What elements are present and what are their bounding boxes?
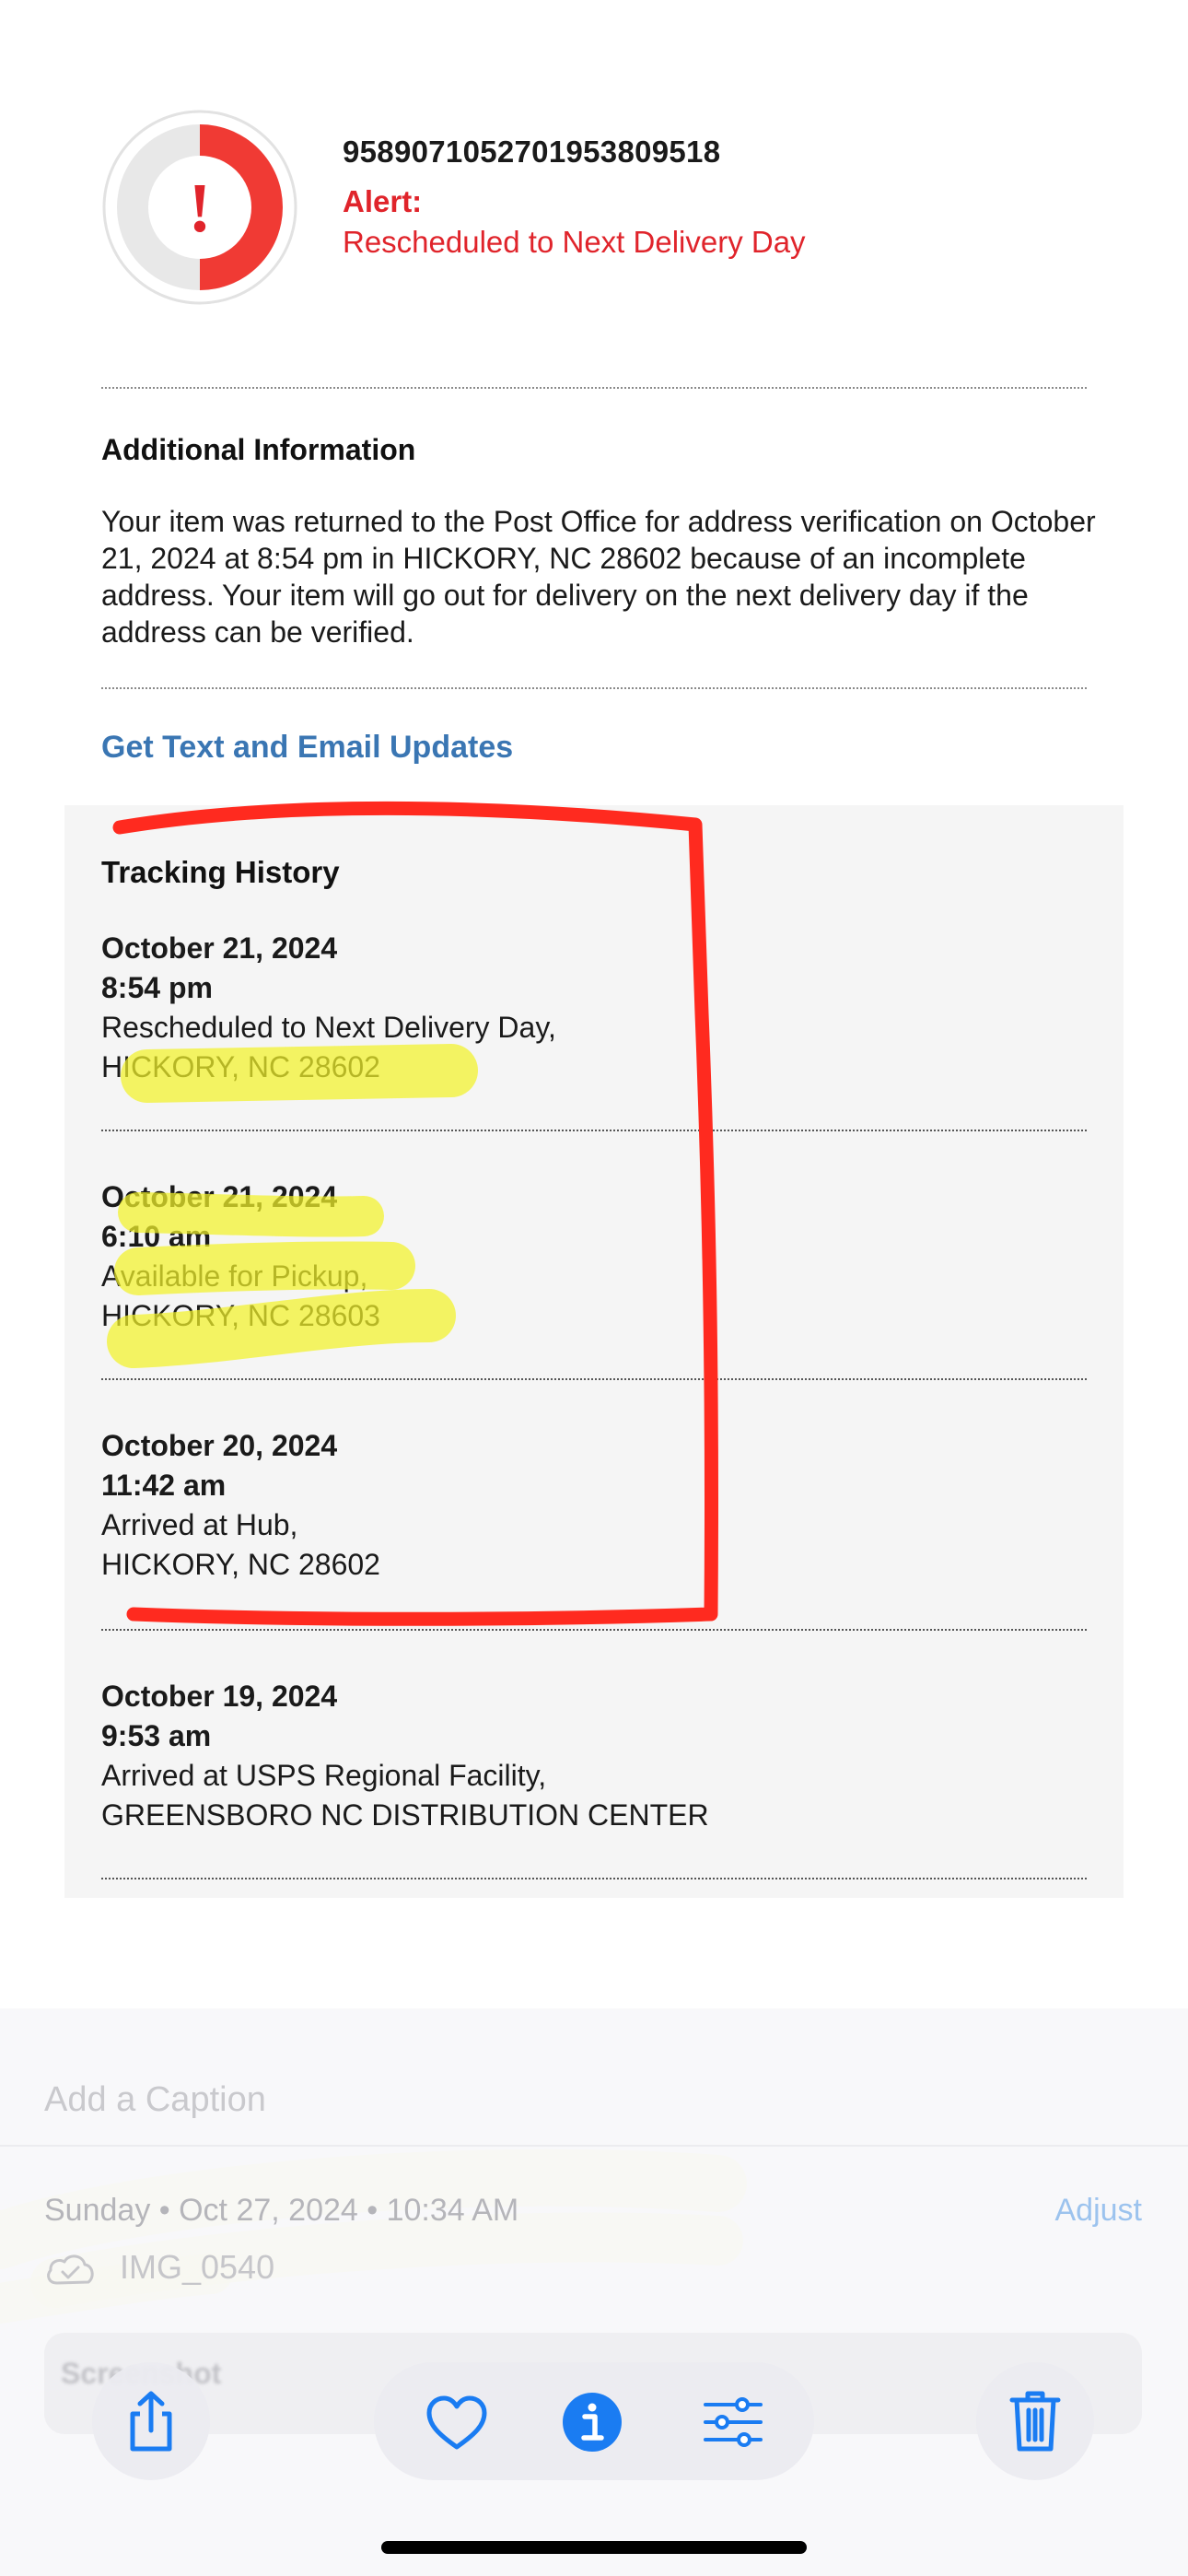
divider [101, 1378, 1087, 1380]
event-time: 11:42 am [101, 1469, 227, 1502]
event-status: Arrived at USPS Regional Facility, [101, 1759, 547, 1792]
photo-info-sheet: Add a Caption Sunday • Oct 27, 2024 • 10… [0, 2008, 1188, 2576]
photo-date: Sunday • Oct 27, 2024 • 10:34 AM [44, 2193, 519, 2228]
event-status: Available for Pickup, [101, 1259, 368, 1293]
photo-filename: IMG_0540 [120, 2248, 275, 2286]
event-status: Rescheduled to Next Delivery Day, [101, 1011, 556, 1044]
tracking-event: October 21, 2024 6:10 am Available for P… [101, 1177, 1087, 1336]
home-indicator [381, 2541, 807, 2554]
divider [101, 1130, 1087, 1131]
tracking-number: 9589071052701953809518 [343, 135, 721, 169]
tracking-history-title: Tracking History [101, 855, 340, 889]
event-location: GREENSBORO NC DISTRIBUTION CENTER [101, 1798, 709, 1832]
additional-info-text: Your item was returned to the Post Offic… [101, 505, 1096, 649]
event-date: October 19, 2024 [101, 1680, 338, 1713]
event-date: October 21, 2024 [101, 1180, 338, 1213]
caption-input[interactable]: Add a Caption [44, 2080, 266, 2120]
toolbar-center-group [374, 2362, 814, 2480]
alert-label: Alert: [343, 184, 423, 218]
share-button[interactable] [92, 2362, 210, 2480]
event-time: 6:10 am [101, 1220, 212, 1253]
divider [0, 2145, 1188, 2147]
share-icon [130, 2391, 172, 2452]
adjust-date-button[interactable]: Adjust [1055, 2193, 1143, 2229]
event-date: October 20, 2024 [101, 1429, 338, 1462]
sliders-icon[interactable] [702, 2395, 764, 2449]
tracking-history-panel: Tracking History October 21, 2024 8:54 p… [64, 805, 1124, 1898]
alert-status-text: Rescheduled to Next Delivery Day [343, 225, 806, 259]
alert-progress-icon: ! [102, 110, 297, 305]
additional-info-title: Additional Information [101, 433, 416, 466]
event-time: 8:54 pm [101, 971, 213, 1004]
event-time: 9:53 am [101, 1719, 212, 1752]
tracking-event: October 21, 2024 8:54 pm Rescheduled to … [101, 929, 1087, 1087]
tracking-event: October 20, 2024 11:42 am Arrived at Hub… [101, 1426, 1087, 1585]
divider [101, 1878, 1087, 1879]
event-date: October 21, 2024 [101, 931, 338, 965]
heart-icon[interactable] [425, 2395, 488, 2451]
event-location: HICKORY, NC 28603 [101, 1299, 380, 1332]
trash-icon [1009, 2391, 1061, 2452]
event-location: HICKORY, NC 28602 [101, 1548, 380, 1581]
get-updates-link[interactable]: Get Text and Email Updates [101, 730, 513, 766]
svg-text:!: ! [188, 170, 211, 247]
cloud-check-icon [47, 2254, 94, 2285]
event-status: Arrived at Hub, [101, 1508, 298, 1541]
divider [101, 387, 1087, 389]
delete-button[interactable] [976, 2362, 1094, 2480]
tracking-event: October 19, 2024 9:53 am Arrived at USPS… [101, 1677, 1087, 1835]
tracking-status-header: ! 9589071052701953809518 Alert: Reschedu… [101, 109, 1096, 311]
info-icon[interactable] [562, 2392, 623, 2453]
divider [101, 1629, 1087, 1631]
event-location: HICKORY, NC 28602 [101, 1050, 380, 1083]
divider [101, 687, 1087, 689]
